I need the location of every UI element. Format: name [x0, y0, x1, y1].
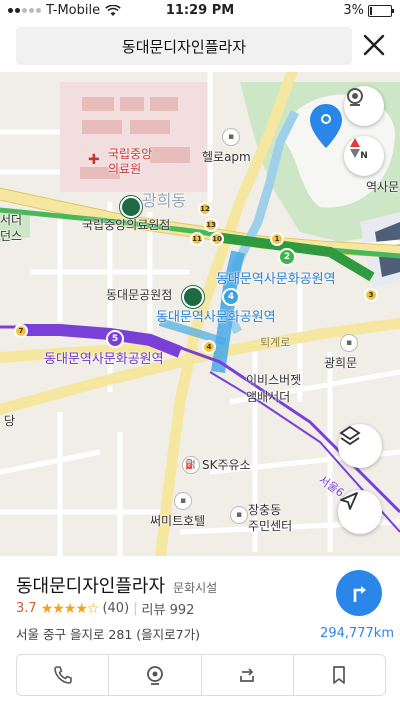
signal-icon	[8, 8, 41, 13]
battery-icon	[368, 4, 394, 17]
phone-icon	[53, 666, 72, 684]
map-label-helloapm: 헬로apm	[202, 150, 251, 164]
station-marker: 7	[14, 324, 28, 338]
poi-icon-helloapm: ▪	[222, 128, 240, 146]
poi-icon-gwanghuimun: ▪	[340, 334, 358, 352]
station-marker: 2	[278, 248, 296, 266]
call-button[interactable]	[17, 655, 110, 695]
share-icon	[240, 668, 254, 682]
street-view-icon	[146, 666, 163, 685]
action-bar	[16, 654, 386, 696]
compass-label: N	[360, 151, 368, 161]
starbucks-icon	[182, 286, 204, 308]
battery-percent: 3%	[343, 3, 364, 18]
close-icon[interactable]	[360, 31, 388, 59]
layers-button[interactable]	[338, 424, 382, 468]
map-label-hospital: 국립중앙 의료원	[108, 147, 153, 176]
map-label-ebisu: 이비스버젯 앰배서더	[246, 373, 302, 404]
map-label-seodaemun: 서더 던스	[0, 213, 23, 243]
place-sheet[interactable]: 동대문디자인플라자 문화시설 3.7 ★★★★☆ (40) | 리뷰 992 서…	[0, 556, 400, 711]
place-name: 동대문디자인플라자	[16, 576, 166, 597]
rating-divider: |	[133, 601, 138, 616]
my-location-button[interactable]	[338, 490, 382, 534]
map-label-summit: 써미트호텔	[150, 514, 206, 528]
street-view-icon	[347, 88, 363, 106]
station-marker: 11	[190, 232, 204, 246]
bookmark-button[interactable]	[294, 655, 385, 695]
search-header: 동대문디자인플라자	[0, 22, 400, 73]
station-marker: 1	[270, 232, 284, 246]
map-label-dang: 당	[4, 414, 16, 428]
carrier-label: T-Mobile	[46, 3, 101, 18]
street-view-action-button[interactable]	[109, 655, 202, 695]
review-count: 리뷰 992	[141, 603, 195, 618]
place-address: 서울 중구 을지로 281 (을지로7가)	[16, 627, 200, 642]
bookmark-icon	[333, 666, 346, 684]
place-category: 문화시설	[173, 581, 218, 595]
station-marker: 13	[204, 218, 218, 232]
search-input[interactable]: 동대문디자인플라자	[16, 27, 352, 65]
rating-row[interactable]: 3.7 ★★★★☆ (40) | 리뷰 992	[16, 599, 195, 619]
poi-icon-community: ▪	[230, 506, 248, 524]
map-label-history-park-line2: 동대문역사문화공원역	[216, 272, 336, 287]
map-label-community: 장충동 주민센터	[248, 503, 293, 533]
place-title-row: 동대문디자인플라자 문화시설	[16, 572, 217, 598]
map-label-history-park-line5: 동대문역사문화공원역	[44, 352, 164, 367]
rating-count: (40)	[102, 601, 130, 616]
station-marker: 5	[106, 330, 124, 348]
station-marker: 4	[222, 288, 240, 306]
distance-label: 294,777km	[320, 626, 394, 641]
map-label-gwanghuidong: 광희동	[142, 191, 187, 210]
hospital-icon: ✚	[88, 152, 100, 168]
station-marker: 3	[364, 288, 378, 302]
directions-button[interactable]	[336, 570, 382, 616]
share-button[interactable]	[202, 655, 294, 695]
station-marker: 12	[198, 202, 212, 216]
map-label-history-park-line4: 동대문역사문화공원역	[156, 310, 276, 325]
map-label-park-store: 동대문공원점	[106, 288, 173, 302]
map-label-hospital-station: 국립중앙의료원점	[82, 218, 171, 232]
rating-score: 3.7	[16, 601, 37, 616]
status-bar: T-Mobile 11:29 PM 3%	[0, 0, 400, 22]
carrier-info: T-Mobile	[8, 3, 121, 18]
layers-icon	[339, 425, 361, 446]
map-label-culture-park: 역사문화공	[366, 180, 400, 194]
station-marker: 4	[202, 340, 216, 354]
directions-icon	[353, 586, 366, 602]
rating-stars-icon: ★★★★☆	[40, 600, 100, 617]
gas-station-icon: ⛽	[182, 456, 200, 474]
station-marker: 10	[210, 232, 224, 246]
battery-info: 3%	[343, 3, 394, 18]
map-label-sk: SK주유소	[202, 458, 251, 472]
hotel-icon: ▪	[174, 492, 192, 510]
map-label-gwanghuimun: 광희문	[324, 356, 358, 370]
map-view[interactable]: 국립중앙 의료원 ✚ ▪ 헬로apm 광희동 서더 던스 국립중앙의료원점 동대…	[0, 72, 400, 556]
wifi-icon	[105, 4, 121, 16]
navigation-arrow-icon	[340, 492, 358, 510]
street-view-button[interactable]	[344, 86, 384, 126]
map-label-toegyero: 퇴계로	[260, 336, 291, 349]
compass-button[interactable]: N	[344, 136, 384, 176]
starbucks-icon	[120, 196, 142, 218]
